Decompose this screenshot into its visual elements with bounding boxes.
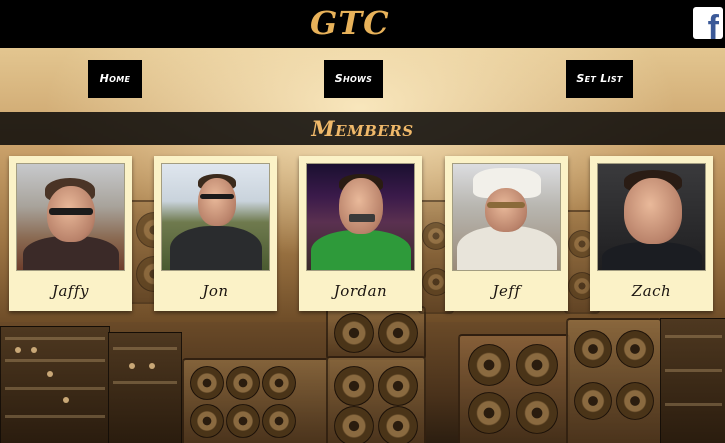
members-heading: Members <box>311 116 414 141</box>
site-header: GTC f <box>0 0 725 48</box>
facebook-glyph: f <box>707 9 719 39</box>
nav-shows-button[interactable]: Shows <box>324 60 383 98</box>
member-name: Zach <box>631 282 672 300</box>
member-photo <box>306 163 415 271</box>
site-logo[interactable]: GTC <box>310 2 389 44</box>
speaker-cabinet <box>566 318 662 443</box>
members-banner: Members <box>0 112 725 145</box>
member-name: Jeff <box>492 282 521 300</box>
speaker-cabinet <box>326 356 426 443</box>
nav-home-button[interactable]: Home <box>88 60 142 98</box>
member-photo <box>16 163 125 271</box>
member-photo <box>452 163 561 271</box>
member-name: Jon <box>202 282 229 300</box>
facebook-icon[interactable]: f <box>693 7 723 39</box>
member-card[interactable]: Jon <box>154 156 277 311</box>
amp-rack <box>660 318 725 443</box>
amp-head <box>108 332 182 443</box>
nav-set-list-button[interactable]: Set List <box>566 60 633 98</box>
speaker-cabinet <box>326 306 426 360</box>
member-photo <box>597 163 706 271</box>
member-card[interactable]: Zach <box>590 156 713 311</box>
member-photo <box>161 163 270 271</box>
member-card[interactable]: Jeff <box>445 156 568 311</box>
member-card[interactable]: Jaffy <box>9 156 132 311</box>
member-name: Jordan <box>333 282 388 300</box>
amp-rack <box>0 326 110 443</box>
speaker-cabinet <box>182 358 330 443</box>
member-card[interactable]: Jordan <box>299 156 422 311</box>
member-name: Jaffy <box>51 282 90 300</box>
speaker-cabinet <box>458 334 570 443</box>
